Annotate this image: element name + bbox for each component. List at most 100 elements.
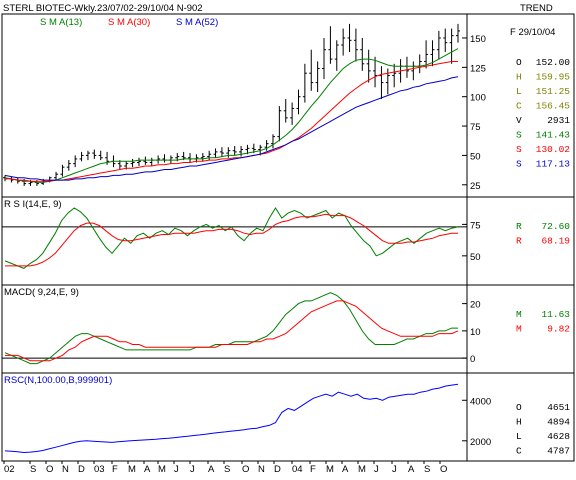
x-axis-label: O bbox=[242, 464, 249, 475]
price-bar bbox=[322, 37, 327, 80]
price-ytick-label: 75 bbox=[470, 122, 481, 133]
macd-label: MACD( 9,24,E, 9) bbox=[4, 287, 79, 298]
x-axis-label: S bbox=[424, 464, 430, 475]
price-readout-value: 152.00 bbox=[536, 57, 571, 68]
rsc-readout-key: H bbox=[516, 417, 522, 428]
price-bar bbox=[92, 149, 97, 159]
price-bar bbox=[379, 66, 384, 100]
x-axis-label: N bbox=[258, 464, 265, 475]
price-bar bbox=[66, 160, 71, 171]
price-panel-frame bbox=[1, 13, 575, 198]
price-bar bbox=[79, 151, 84, 162]
price-readout-key: S bbox=[516, 130, 522, 141]
x-axis-label: A bbox=[408, 464, 415, 475]
x-axis-label: N bbox=[62, 464, 69, 475]
macd-readout-value: 11.63 bbox=[541, 309, 570, 320]
price-bar bbox=[302, 63, 307, 103]
price-bar bbox=[417, 54, 422, 74]
price-readout-key: S bbox=[516, 159, 522, 170]
x-axis-label: J bbox=[392, 464, 397, 475]
macd-series-line bbox=[5, 300, 459, 362]
rsc-panel-frame bbox=[1, 372, 575, 462]
rsc-readout-value: 4787 bbox=[547, 446, 570, 457]
price-bar bbox=[385, 68, 390, 95]
x-axis-label: D bbox=[78, 464, 85, 475]
price-bar bbox=[277, 106, 282, 142]
macd-readout-key: M bbox=[516, 309, 522, 320]
x-axis-label: F bbox=[112, 464, 118, 475]
price-bar bbox=[456, 23, 460, 43]
price-bar bbox=[449, 28, 454, 64]
rsi-readout-key: R bbox=[516, 221, 522, 232]
price-bar bbox=[168, 155, 173, 164]
rsi-readout-value: 68.19 bbox=[541, 236, 570, 247]
x-axis-label: D bbox=[274, 464, 281, 475]
macd-series-line bbox=[4, 292, 458, 365]
rsi-ytick-label: 50 bbox=[470, 252, 481, 263]
price-readout-value: 156.45 bbox=[536, 101, 571, 112]
x-axis-label: J bbox=[190, 464, 195, 475]
rsc-readout-value: 4628 bbox=[547, 431, 570, 442]
price-bar bbox=[130, 158, 135, 168]
price-bar bbox=[232, 146, 237, 156]
price-bar bbox=[136, 157, 141, 166]
rsc-readout-value: 4894 bbox=[547, 417, 570, 428]
price-bar bbox=[328, 26, 333, 64]
x-axis-label: F bbox=[310, 464, 316, 475]
price-bar bbox=[239, 146, 244, 157]
x-axis-label: J bbox=[374, 464, 379, 475]
price-bar bbox=[360, 37, 365, 71]
price-ytick-label: 25 bbox=[470, 181, 481, 192]
price-ytick-label: 100 bbox=[470, 93, 486, 104]
rsc-ytick-label: 4000 bbox=[470, 396, 491, 407]
price-ytick-label: 125 bbox=[470, 63, 486, 74]
price-bar bbox=[156, 155, 161, 164]
price-readout-value: 151.25 bbox=[536, 86, 571, 97]
macd-readout-value: 9.82 bbox=[547, 324, 570, 335]
x-axis-label: M bbox=[326, 464, 334, 475]
price-readout-key: H bbox=[516, 72, 522, 83]
rsi-series-line bbox=[5, 213, 458, 267]
rsi-label: R S I(14,E, 9) bbox=[4, 199, 62, 210]
price-ytick-label: 150 bbox=[470, 34, 486, 45]
price-bar bbox=[54, 171, 59, 181]
macd-readout-key: M bbox=[516, 324, 522, 335]
price-bar bbox=[188, 153, 193, 163]
x-axis-label: A bbox=[144, 464, 151, 475]
price-bar bbox=[207, 150, 212, 161]
price-bar bbox=[347, 23, 352, 53]
price-bar bbox=[143, 156, 148, 165]
price-readout-value: 130.02 bbox=[536, 144, 571, 155]
rsi-ytick-label: 75 bbox=[470, 220, 481, 231]
price-bar bbox=[341, 28, 346, 56]
price-series-line bbox=[4, 48, 459, 183]
chart: STERL BIOTEC-Wkly.23/07/02-29/10/04 N-90… bbox=[1, 3, 575, 475]
price-bar bbox=[436, 30, 441, 60]
price-bar bbox=[392, 63, 397, 88]
price-bar bbox=[60, 164, 65, 177]
x-axis-label: S bbox=[30, 464, 36, 475]
sma13-legend: S M A(13) bbox=[40, 17, 82, 28]
price-bar bbox=[296, 89, 301, 115]
rsc-label: RSC(N,100.00,B,999901) bbox=[4, 375, 112, 386]
price-bar bbox=[149, 157, 154, 166]
rsi-panel-frame bbox=[1, 196, 575, 286]
macd-ytick-label: 10 bbox=[470, 327, 481, 338]
rsc-readout-key: C bbox=[516, 446, 522, 457]
price-bar bbox=[226, 147, 231, 158]
x-axis-label: M bbox=[128, 464, 136, 475]
price-bar bbox=[373, 56, 378, 88]
price-bar bbox=[283, 99, 288, 123]
rsc-readout-value: 4651 bbox=[547, 402, 570, 413]
price-ytick-label: 50 bbox=[470, 151, 481, 162]
price-bar bbox=[334, 40, 339, 71]
x-axis-label: O bbox=[46, 464, 53, 475]
x-axis-label: S bbox=[224, 464, 230, 475]
trend-label: TREND bbox=[520, 3, 553, 14]
rsc-readout-key: L bbox=[516, 431, 522, 442]
x-axis-label: J bbox=[174, 464, 179, 475]
price-bar bbox=[162, 154, 167, 163]
rsi-readout-key: R bbox=[516, 236, 522, 247]
price-readout-key: L bbox=[516, 86, 522, 97]
price-bar bbox=[213, 148, 218, 158]
